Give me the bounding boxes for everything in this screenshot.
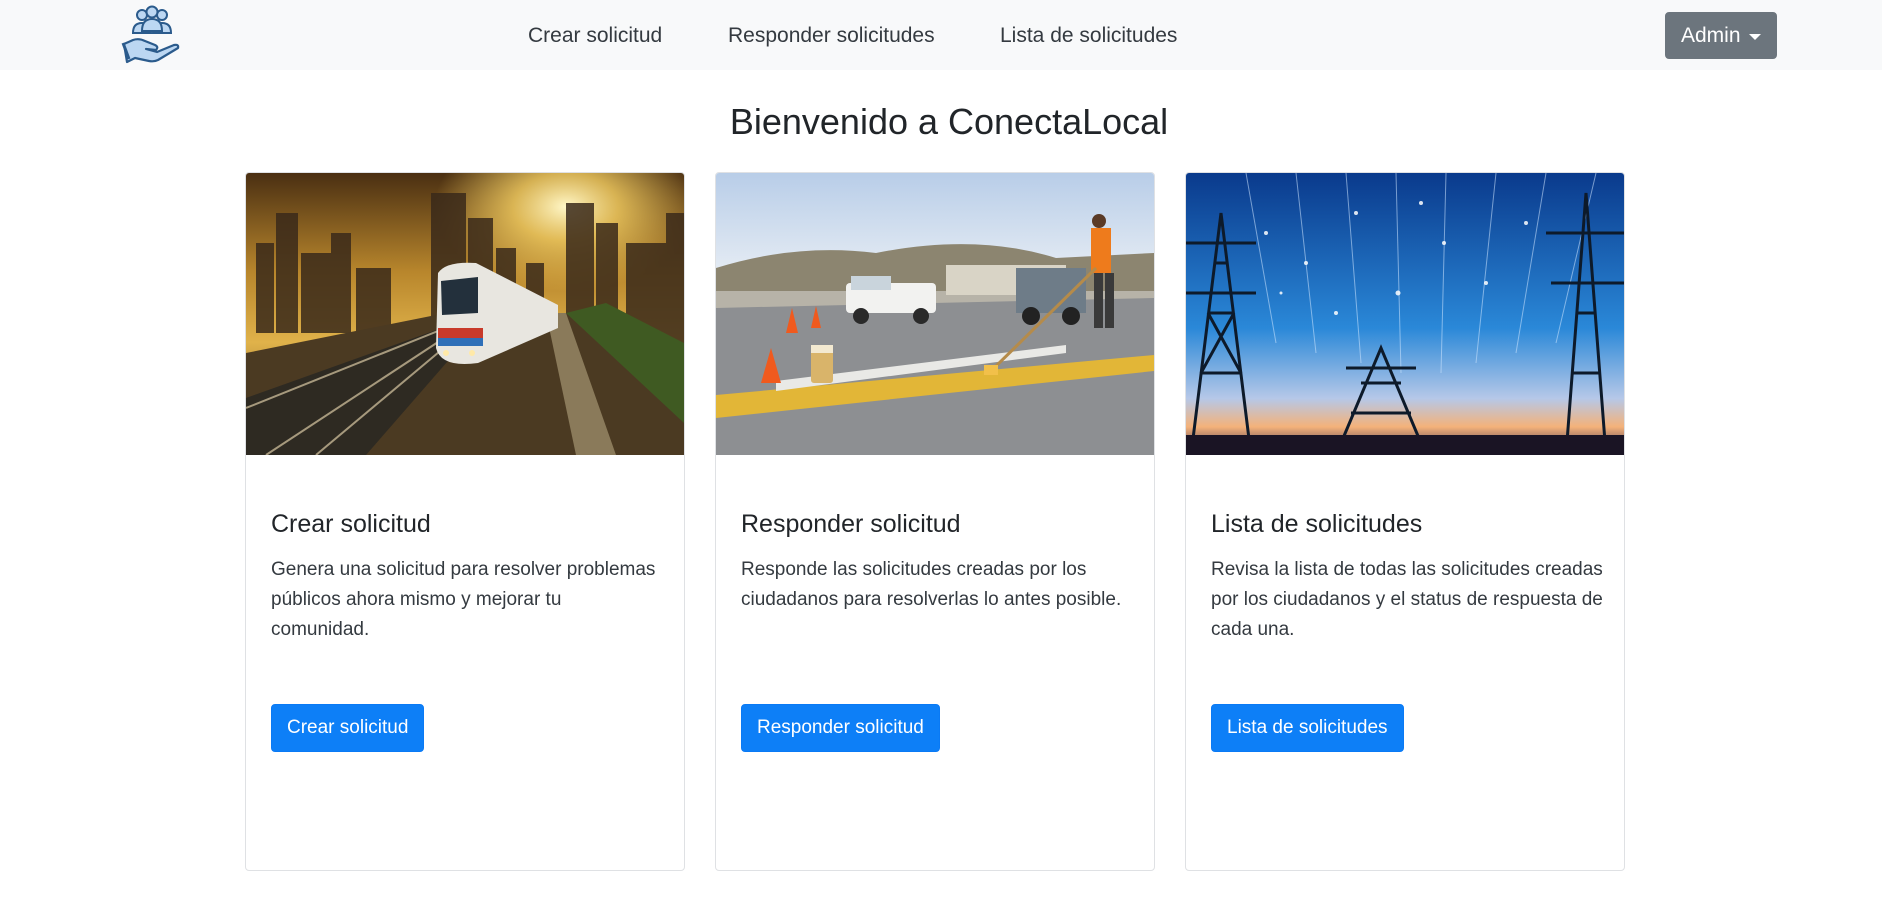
admin-label: Admin — [1681, 23, 1741, 47]
card-text: Responde las solicitudes creadas por los… — [741, 559, 1122, 610]
nav-link-crear-solicitud[interactable]: Crear solicitud — [528, 24, 662, 48]
card-title: Lista de solicitudes — [1211, 510, 1423, 538]
card-title: Crear solicitud — [271, 510, 431, 538]
city-train-image — [246, 173, 684, 455]
card-crear-solicitud: Crear solicitud Genera una solicitud par… — [245, 172, 685, 871]
caret-down-icon — [1749, 34, 1761, 40]
lista-de-solicitudes-button[interactable]: Lista de solicitudes — [1211, 704, 1404, 752]
card-title: Responder solicitud — [741, 510, 961, 538]
card-text: Revisa la lista de todas las solicitudes… — [1211, 559, 1603, 640]
card-lista-de-solicitudes: Lista de solicitudes Revisa la lista de … — [1185, 172, 1625, 871]
card-text: Genera una solicitud para resolver probl… — [271, 559, 656, 640]
crear-solicitud-button[interactable]: Crear solicitud — [271, 704, 425, 752]
community-hand-logo-icon[interactable] — [119, 3, 185, 67]
admin-dropdown-button[interactable]: Admin — [1665, 12, 1777, 59]
road-worker-painting-image — [716, 173, 1154, 455]
nav-link-responder-solicitudes[interactable]: Responder solicitudes — [728, 24, 935, 48]
card-responder-solicitud: Responder solicitud Responde las solicit… — [715, 172, 1155, 871]
responder-solicitud-button[interactable]: Responder solicitud — [741, 704, 940, 752]
navbar: Crear solicitud Responder solicitudes Li… — [0, 0, 1882, 70]
power-towers-image — [1186, 173, 1624, 455]
nav-link-lista-de-solicitudes[interactable]: Lista de solicitudes — [1000, 24, 1177, 48]
page-title: Bienvenido a ConectaLocal — [729, 101, 1169, 142]
